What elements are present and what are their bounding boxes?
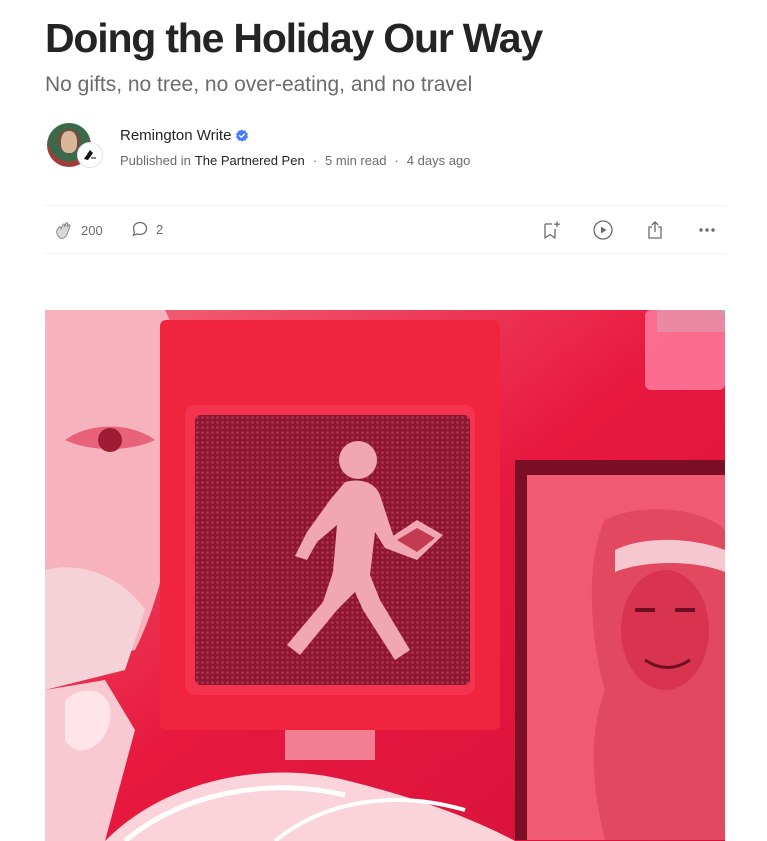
read-time: 5 min read xyxy=(325,153,387,168)
meta-separator: · xyxy=(394,153,399,168)
publish-date: 4 days ago xyxy=(406,153,471,168)
published-in-label: Published in xyxy=(120,153,191,168)
clap-button[interactable]: 200 xyxy=(53,219,103,241)
save-button[interactable] xyxy=(539,218,563,242)
author-name-link[interactable]: Remington Write xyxy=(120,127,231,144)
article-action-bar: 200 2 xyxy=(45,205,725,254)
author-name-row: Remington Write xyxy=(120,127,249,144)
publication-logo-icon xyxy=(84,150,96,160)
share-button[interactable] xyxy=(643,218,667,242)
more-options-button[interactable] xyxy=(695,218,719,242)
article-title: Doing the Holiday Our Way xyxy=(45,15,543,61)
meta-separator: · xyxy=(312,153,318,168)
responses-count: 2 xyxy=(156,221,164,237)
article-meta: Published in The Partnered Pen · 5 min r… xyxy=(120,153,470,168)
more-icon xyxy=(699,228,715,232)
listen-button[interactable] xyxy=(591,218,615,242)
clap-icon xyxy=(56,222,71,240)
verified-badge-icon xyxy=(236,129,249,142)
author-byline: Remington Write Published in The Partner… xyxy=(45,122,725,168)
response-icon xyxy=(132,221,148,237)
responses-button[interactable]: 2 xyxy=(130,219,163,239)
bookmark-add-icon xyxy=(544,221,560,239)
hero-image xyxy=(45,310,725,841)
publication-logo[interactable] xyxy=(77,142,103,168)
article-subtitle: No gifts, no tree, no over-eating, and n… xyxy=(45,73,473,96)
clap-count: 200 xyxy=(81,222,103,238)
publication-link[interactable]: The Partnered Pen xyxy=(195,153,305,168)
play-icon xyxy=(593,220,613,240)
walk-signal-photo xyxy=(45,310,725,841)
share-icon xyxy=(648,221,662,239)
